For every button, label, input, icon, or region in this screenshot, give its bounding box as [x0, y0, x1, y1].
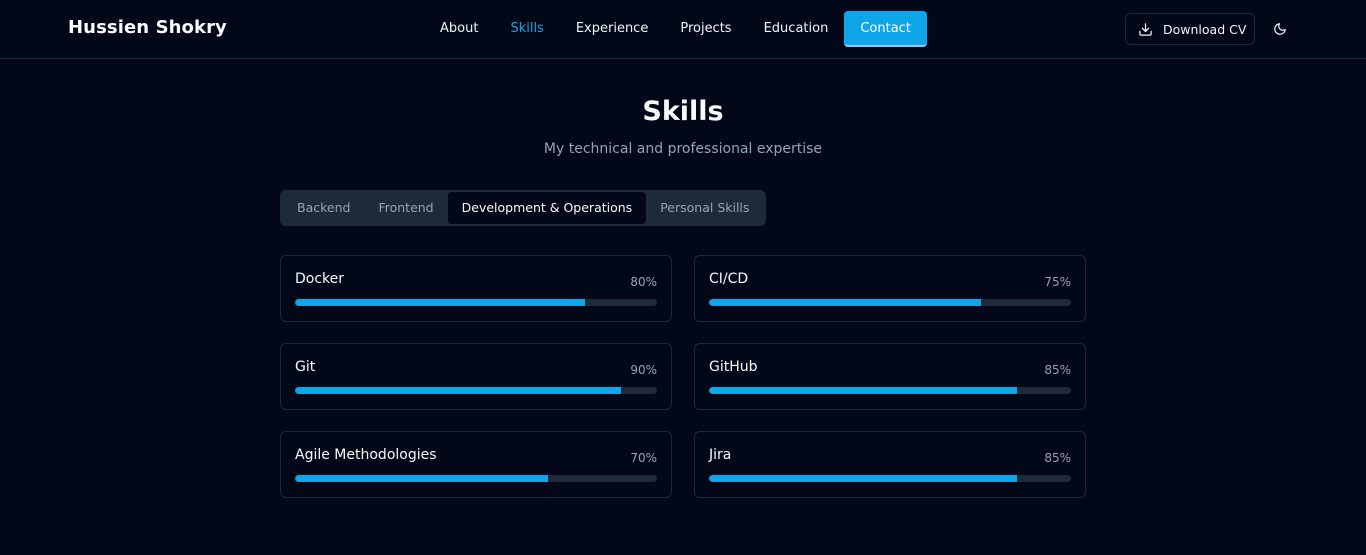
download-cv-label: Download CV	[1163, 21, 1247, 37]
skill-card-ci-cd: CI/CD 75%	[694, 255, 1086, 322]
skill-progress-track	[295, 299, 657, 306]
nav-link-projects[interactable]: Projects	[664, 11, 747, 47]
skill-card-github: GitHub 85%	[694, 343, 1086, 410]
skill-percent: 70%	[630, 451, 657, 465]
download-cv-button[interactable]: Download CV	[1125, 13, 1255, 45]
skill-name: Agile Methodologies	[295, 447, 437, 463]
section-subtitle: My technical and professional expertise	[543, 141, 823, 157]
nav-link-experience[interactable]: Experience	[560, 11, 665, 47]
skill-progress-fill	[295, 299, 585, 306]
skill-progress-fill	[295, 475, 549, 482]
section-title: Skills	[642, 96, 724, 127]
nav-link-about[interactable]: About	[424, 11, 494, 47]
skill-progress-fill	[709, 299, 981, 306]
moon-icon	[1273, 22, 1287, 36]
skill-progress-track	[295, 387, 657, 394]
skill-progress-fill	[295, 387, 621, 394]
skill-percent: 90%	[630, 363, 657, 377]
nav-links: About Skills Experience Projects Education Co…	[424, 11, 927, 47]
skill-percent: 80%	[630, 275, 657, 289]
skill-progress-track	[709, 475, 1071, 482]
brand-name[interactable]: Hussien Shokry	[68, 17, 227, 38]
theme-toggle-button[interactable]	[1268, 17, 1292, 41]
download-icon	[1138, 22, 1153, 37]
tab-frontend[interactable]: Frontend	[364, 192, 447, 224]
skill-name: Docker	[295, 271, 345, 287]
skill-percent: 75%	[1044, 275, 1071, 289]
skill-name: Git	[295, 359, 316, 375]
nav-link-contact[interactable]: Contact	[844, 11, 927, 47]
skill-card-docker: Docker 80%	[280, 255, 672, 322]
tab-development-and-operations[interactable]: Development & Operations	[447, 192, 647, 224]
tab-backend[interactable]: Backend	[283, 192, 364, 224]
tab-personal-skills[interactable]: Personal Skills	[646, 192, 763, 224]
skill-name: CI/CD	[709, 271, 749, 287]
skill-card-git: Git 90%	[280, 343, 672, 410]
nav-link-skills[interactable]: Skills	[494, 11, 559, 47]
skill-name: GitHub	[709, 359, 758, 375]
skill-progress-track	[295, 475, 657, 482]
skill-progress-track	[709, 387, 1071, 394]
skill-card-jira: Jira 85%	[694, 431, 1086, 498]
skill-name: Jira	[709, 447, 732, 463]
skill-category-tabs: Backend Frontend Development & Operations P…	[280, 190, 767, 226]
skill-percent: 85%	[1044, 363, 1071, 377]
skill-progress-track	[709, 299, 1071, 306]
nav-link-education[interactable]: Education	[748, 11, 845, 47]
skill-progress-fill	[709, 475, 1017, 482]
skill-percent: 85%	[1044, 451, 1071, 465]
skill-progress-fill	[709, 387, 1017, 394]
navbar: Hussien Shokry About Skills Experience Proj…	[0, 0, 1366, 59]
skill-card-agile-methodologies: Agile Methodologies 70%	[280, 431, 672, 498]
